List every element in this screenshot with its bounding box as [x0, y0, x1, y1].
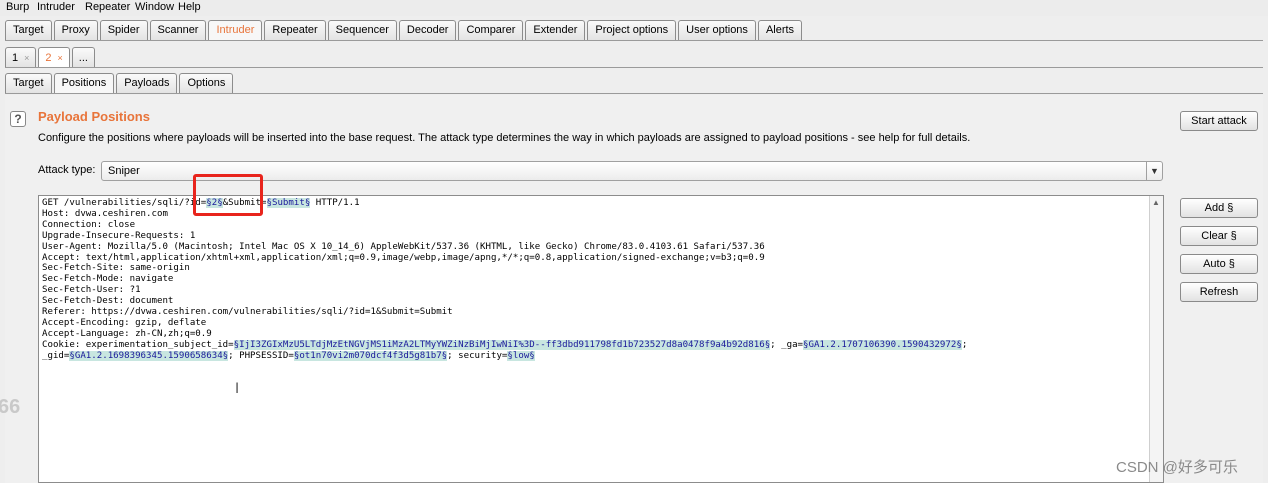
header-line: Sec-Fetch-User: ?1	[42, 285, 141, 296]
subtab-payloads[interactable]: Payloads	[116, 73, 178, 93]
tab-extender[interactable]: Extender	[525, 20, 586, 40]
attack-type-value: Sniper	[108, 165, 140, 177]
tab-sequencer[interactable]: Sequencer	[327, 20, 397, 40]
payload-marker: §GA1.2.1707106390.1590432972§	[803, 339, 962, 350]
menu-burp[interactable]: Burp	[6, 1, 29, 13]
close-icon[interactable]: ×	[58, 53, 63, 63]
instance-tab-divider	[5, 67, 1263, 68]
new-tab-button[interactable]: ...	[71, 47, 95, 67]
subtab-positions[interactable]: Positions	[53, 73, 115, 93]
tab-alerts[interactable]: Alerts	[757, 20, 803, 40]
instance-tab-bar: 1 × 2 × ...	[5, 47, 97, 67]
header-line: User-Agent: Mozilla/5.0 (Macintosh; Inte…	[42, 241, 765, 252]
payload-marker: §Submit§	[266, 198, 311, 208]
header-line: Accept: text/html,application/xhtml+xml,…	[42, 252, 765, 263]
request-line: HTTP/1.1	[310, 198, 360, 208]
tab-project-options[interactable]: Project options	[587, 20, 677, 40]
highlight-box	[193, 174, 263, 216]
menu-bar: Burp Intruder Repeater Window Help	[0, 0, 1268, 16]
help-icon[interactable]: ?	[10, 111, 26, 127]
menu-help[interactable]: Help	[178, 1, 201, 13]
header-line: _gid=	[42, 350, 70, 361]
payload-marker: §ot1n70vi2m070dcf4f3d5g81b7§	[293, 350, 448, 361]
request-text[interactable]: GET /vulnerabilities/sqli/?id=§2§&Submit…	[39, 196, 1163, 362]
chevron-down-icon[interactable]: ▼	[1146, 162, 1162, 180]
clear-markers-button[interactable]: Clear §	[1180, 226, 1258, 246]
tab-repeater[interactable]: Repeater	[264, 20, 326, 40]
subtab-target[interactable]: Target	[5, 73, 52, 93]
header-line: Accept-Language: zh-CN,zh;q=0.9	[42, 328, 212, 339]
header-line: Connection: close	[42, 219, 136, 230]
instance-tab-2[interactable]: 2 ×	[38, 47, 70, 67]
payload-marker: §IjI3ZGIxMzU5LTdjMzEtNGVjMS1iMzA2LTMyYWZ…	[233, 339, 771, 350]
header-line: Cookie: experimentation_subject_id=	[42, 339, 234, 350]
watermark: CSDN @好多可乐	[1116, 459, 1238, 476]
header-line: ; security=	[447, 350, 508, 361]
header-line: Accept-Encoding: gzip, deflate	[42, 317, 207, 328]
tab-proxy[interactable]: Proxy	[53, 20, 98, 40]
start-attack-button[interactable]: Start attack	[1180, 111, 1258, 131]
tab-intruder[interactable]: Intruder	[208, 20, 263, 40]
header-line: Sec-Fetch-Site: same-origin	[42, 263, 190, 274]
instance-tab-1[interactable]: 1 ×	[5, 47, 37, 67]
text-cursor-icon: I	[235, 381, 240, 397]
tab-spider[interactable]: Spider	[99, 20, 148, 40]
header-line: Sec-Fetch-Dest: document	[42, 296, 174, 307]
tab-comparer[interactable]: Comparer	[458, 20, 524, 40]
menu-window[interactable]: Window	[135, 1, 174, 13]
scroll-up-icon[interactable]: ▲	[1152, 198, 1160, 207]
header-line: ; PHPSESSID=	[228, 350, 294, 361]
instance-tab-label: 2	[45, 51, 52, 64]
payload-marker: §low§	[507, 350, 535, 361]
auto-markers-button[interactable]: Auto §	[1180, 254, 1258, 274]
request-editor[interactable]: GET /vulnerabilities/sqli/?id=§2§&Submit…	[38, 195, 1164, 483]
header-line: ;	[961, 339, 968, 350]
tab-user-options[interactable]: User options	[678, 20, 756, 40]
header-line: Sec-Fetch-Mode: navigate	[42, 274, 174, 285]
main-tab-divider	[5, 40, 1263, 41]
tab-decoder[interactable]: Decoder	[398, 20, 457, 40]
side-number: 66	[0, 396, 21, 418]
add-marker-button[interactable]: Add §	[1180, 198, 1258, 218]
menu-intruder[interactable]: Intruder	[37, 1, 75, 13]
header-line: Referer: https://dvwa.ceshiren.com/vulne…	[42, 307, 453, 318]
payload-marker: §GA1.2.1698396345.1590658634§	[69, 350, 229, 361]
section-title: Payload Positions	[38, 109, 150, 124]
tab-target[interactable]: Target	[5, 20, 52, 40]
attack-type-label: Attack type:	[38, 164, 96, 176]
header-line: Upgrade-Insecure-Requests: 1	[42, 230, 196, 241]
tab-scanner[interactable]: Scanner	[149, 20, 207, 40]
header-line: ; _ga=	[770, 339, 804, 350]
main-tab-bar: Target Proxy Spider Scanner Intruder Rep…	[5, 20, 804, 40]
sub-tab-bar: Target Positions Payloads Options	[5, 73, 235, 93]
instance-tab-label: 1	[12, 51, 19, 64]
subtab-options[interactable]: Options	[179, 73, 234, 93]
section-description: Configure the positions where payloads w…	[38, 132, 971, 144]
refresh-button[interactable]: Refresh	[1180, 282, 1258, 302]
request-line: GET /vulnerabilities/sqli/?id=	[42, 198, 207, 208]
new-tab-label: ...	[78, 51, 88, 64]
sub-tab-divider	[5, 93, 1263, 94]
editor-scrollbar[interactable]: ▲	[1149, 196, 1163, 482]
header-line: Host: dvwa.ceshiren.com	[42, 208, 168, 219]
menu-repeater[interactable]: Repeater	[85, 1, 130, 13]
close-icon[interactable]: ×	[24, 53, 29, 63]
